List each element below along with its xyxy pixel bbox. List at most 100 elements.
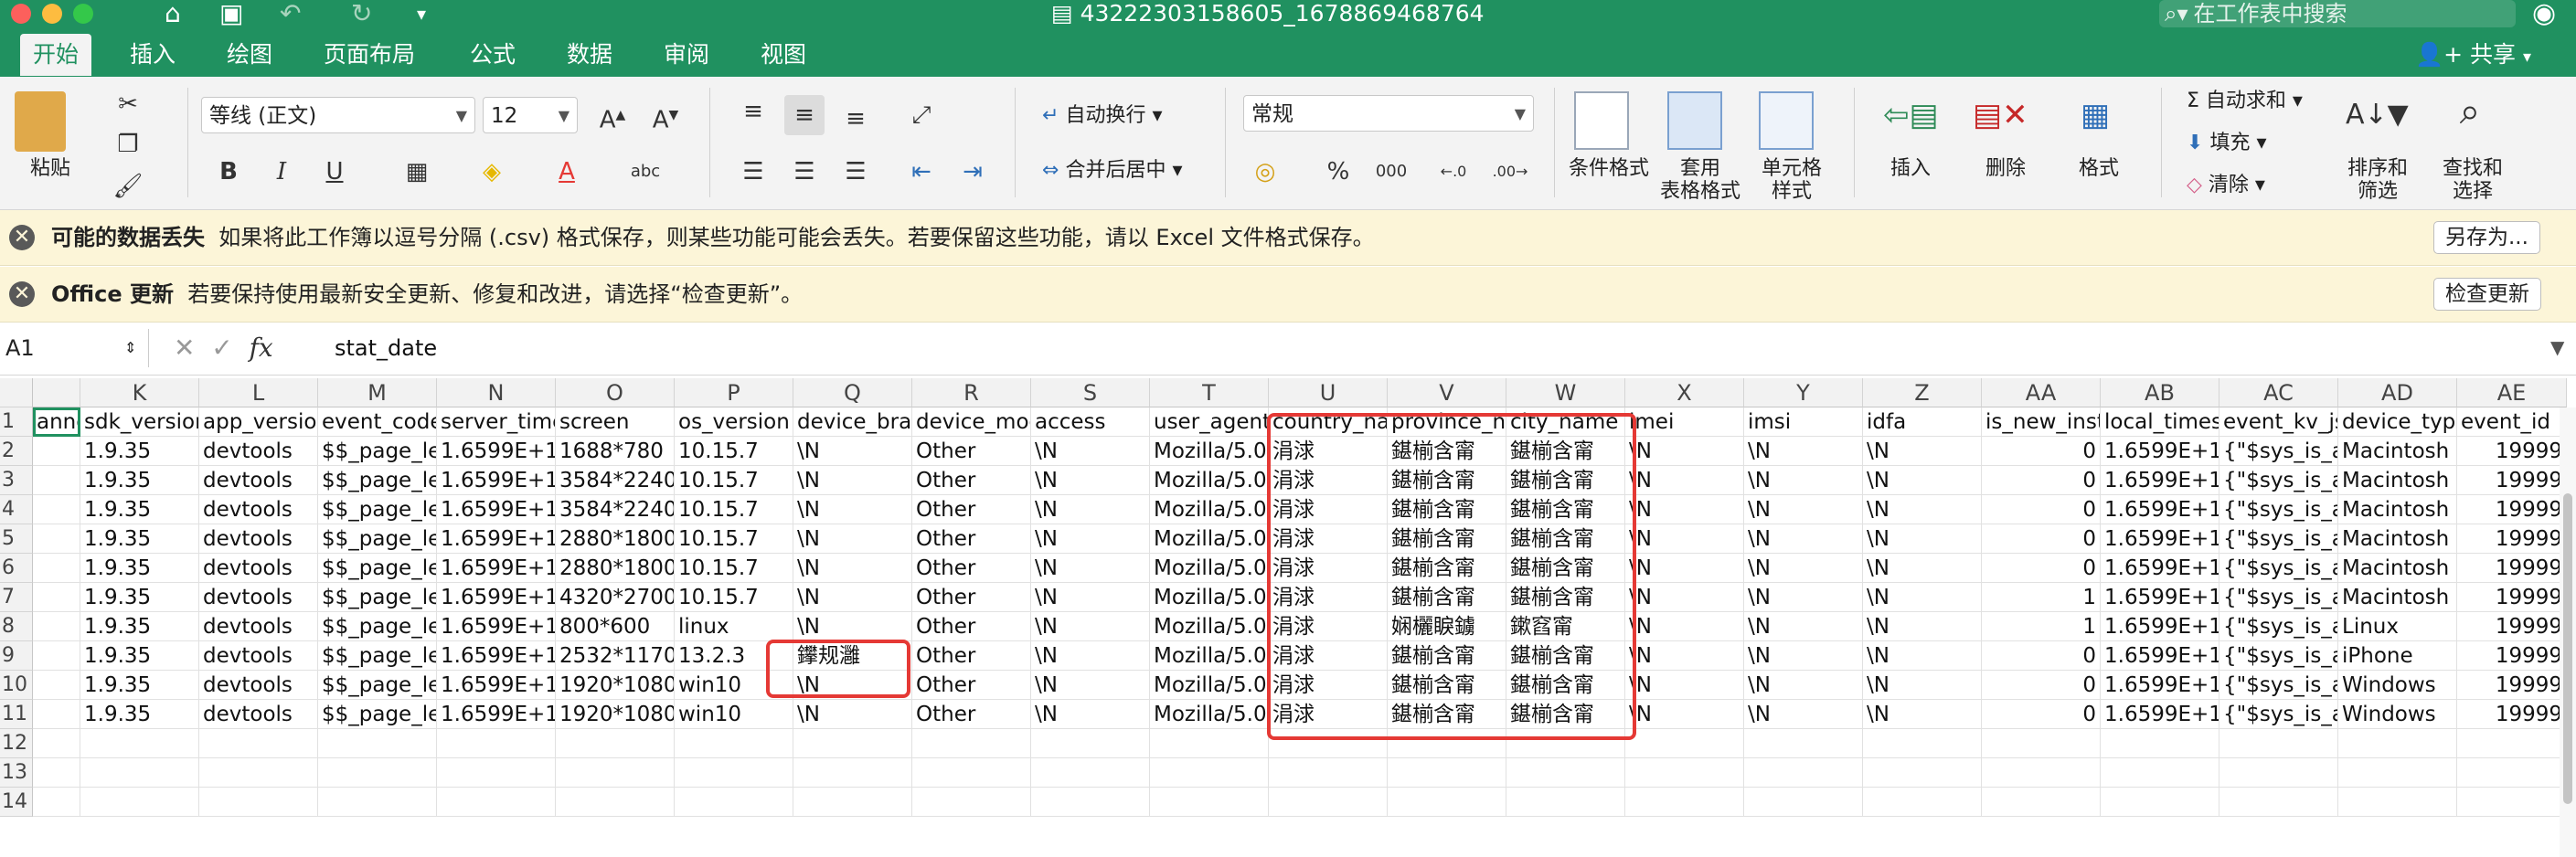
font-name-select[interactable]: 等线 (正文) ▼ bbox=[201, 97, 475, 133]
column-header[interactable]: P bbox=[675, 378, 793, 407]
insert-label[interactable]: 插入 bbox=[1874, 157, 1947, 180]
cell[interactable]: Mozilla/5.0 bbox=[1150, 583, 1269, 612]
cell[interactable]: Mozilla/5.0 bbox=[1150, 641, 1269, 671]
column-header[interactable]: U bbox=[1269, 378, 1388, 407]
cell[interactable] bbox=[675, 729, 793, 758]
cell[interactable]: 1.6599E+12 bbox=[2101, 700, 2219, 729]
home-icon[interactable]: ⌂ bbox=[165, 0, 181, 27]
cell[interactable] bbox=[2101, 788, 2219, 817]
cell[interactable] bbox=[1625, 758, 1744, 788]
cell[interactable]: 1.9.35 bbox=[80, 495, 199, 524]
cell[interactable]: {"$sys_is_au bbox=[2219, 583, 2338, 612]
cell[interactable] bbox=[2219, 758, 2338, 788]
cell[interactable]: \N bbox=[1625, 466, 1744, 495]
insert-cells-icon[interactable]: ⇦▤ bbox=[1883, 95, 1939, 135]
cell[interactable]: \N bbox=[1863, 583, 1982, 612]
cell[interactable]: Other bbox=[912, 495, 1031, 524]
cell[interactable] bbox=[318, 758, 437, 788]
cell[interactable] bbox=[1150, 729, 1269, 758]
cell[interactable]: 1.9.35 bbox=[80, 612, 199, 641]
cell[interactable]: 1688*780 bbox=[556, 437, 675, 466]
cell[interactable]: 1.6599E+12 bbox=[2101, 437, 2219, 466]
cell[interactable]: \N bbox=[1863, 641, 1982, 671]
column-header[interactable]: Y bbox=[1744, 378, 1863, 407]
cell[interactable] bbox=[33, 700, 80, 729]
cell[interactable]: \N bbox=[793, 466, 912, 495]
cell[interactable]: devtools bbox=[199, 554, 318, 583]
align-top-icon[interactable]: ≡ bbox=[733, 91, 773, 132]
cell[interactable]: 1 bbox=[1982, 583, 2101, 612]
cell[interactable]: 1.6599E+12 bbox=[2101, 495, 2219, 524]
align-middle-icon[interactable]: ≡ bbox=[784, 95, 825, 135]
cell[interactable]: event_id bbox=[2457, 407, 2567, 437]
cell[interactable]: 3584*2240 bbox=[556, 495, 675, 524]
cell[interactable]: \N bbox=[1031, 700, 1150, 729]
cell[interactable]: \N bbox=[1863, 524, 1982, 554]
conditional-format-icon[interactable] bbox=[1574, 91, 1629, 150]
save-as-button[interactable]: 另存为... bbox=[2433, 221, 2540, 254]
cell[interactable]: Linux bbox=[2338, 612, 2457, 641]
cell[interactable]: {"$sys_is_au bbox=[2219, 524, 2338, 554]
cell[interactable] bbox=[1506, 788, 1625, 817]
cell[interactable] bbox=[2338, 758, 2457, 788]
column-header[interactable]: Q bbox=[793, 378, 912, 407]
cell[interactable]: \N bbox=[1031, 495, 1150, 524]
cell[interactable]: \N bbox=[1744, 671, 1863, 700]
comma-style-button[interactable]: 000 bbox=[1371, 152, 1411, 192]
align-right-icon[interactable]: ☰ bbox=[836, 152, 876, 192]
delete-cells-icon[interactable]: ▤✕ bbox=[1973, 95, 2028, 135]
cell[interactable] bbox=[33, 671, 80, 700]
cell[interactable]: event_code bbox=[318, 407, 437, 437]
cell[interactable] bbox=[80, 729, 199, 758]
cell[interactable]: 0 bbox=[1982, 554, 2101, 583]
cell[interactable]: 2532*1170 bbox=[556, 641, 675, 671]
cell[interactable]: 1920*1080 bbox=[556, 700, 675, 729]
cell[interactable]: 10.15.7 bbox=[675, 583, 793, 612]
align-center-icon[interactable]: ☰ bbox=[784, 152, 825, 192]
cell[interactable]: 1.6599E+12 bbox=[2101, 524, 2219, 554]
cell[interactable] bbox=[1150, 788, 1269, 817]
cell[interactable]: \N bbox=[1744, 612, 1863, 641]
cell[interactable]: 1.9.35 bbox=[80, 583, 199, 612]
cell[interactable] bbox=[437, 758, 556, 788]
minimize-window-button[interactable] bbox=[42, 4, 62, 24]
cell[interactable]: {"$sys_is_au bbox=[2219, 641, 2338, 671]
cell[interactable]: \N bbox=[1863, 671, 1982, 700]
cell[interactable]: imsi bbox=[1744, 407, 1863, 437]
cell[interactable]: $$_page_lea bbox=[318, 437, 437, 466]
cell[interactable]: 1 bbox=[1982, 612, 2101, 641]
cell[interactable]: devtools bbox=[199, 495, 318, 524]
fill-button[interactable]: ⬇ 填充 ▾ bbox=[2187, 130, 2267, 157]
cell[interactable] bbox=[2219, 788, 2338, 817]
cell[interactable]: 10.15.7 bbox=[675, 495, 793, 524]
cell-styles-icon[interactable] bbox=[1759, 91, 1814, 150]
cell[interactable] bbox=[1625, 729, 1744, 758]
cell[interactable]: 10.15.7 bbox=[675, 554, 793, 583]
cell[interactable]: 1.9.35 bbox=[80, 671, 199, 700]
cell[interactable]: \N bbox=[1863, 700, 1982, 729]
cell[interactable]: {"$sys_is_au bbox=[2219, 700, 2338, 729]
cell[interactable] bbox=[2457, 788, 2567, 817]
cell[interactable] bbox=[556, 758, 675, 788]
cell[interactable]: 1.6599E+12 bbox=[437, 495, 556, 524]
cell[interactable]: 2880*1800 bbox=[556, 554, 675, 583]
column-header[interactable]: S bbox=[1031, 378, 1150, 407]
cell[interactable]: 1.6599E+12 bbox=[437, 671, 556, 700]
close-notification-icon[interactable]: ✕ bbox=[9, 281, 35, 307]
cell[interactable]: 1.9.35 bbox=[80, 437, 199, 466]
cell[interactable]: screen bbox=[556, 407, 675, 437]
cell[interactable]: 1.6599E+12 bbox=[437, 700, 556, 729]
cell[interactable]: 0 bbox=[1982, 495, 2101, 524]
cell[interactable]: Other bbox=[912, 437, 1031, 466]
sheet-search-input[interactable]: ⌕▾ 在工作表中搜索 bbox=[2159, 0, 2516, 27]
font-size-select[interactable]: 12 ▼ bbox=[483, 97, 578, 133]
cell[interactable]: idfa bbox=[1863, 407, 1982, 437]
cell[interactable] bbox=[1744, 758, 1863, 788]
row-header[interactable]: 11 bbox=[0, 700, 33, 729]
tab-draw[interactable]: 绘图 bbox=[214, 34, 285, 76]
zoom-window-button[interactable] bbox=[73, 4, 93, 24]
clear-button[interactable]: ◇ 清除 ▾ bbox=[2187, 172, 2265, 199]
cell[interactable]: devtools bbox=[199, 671, 318, 700]
cell[interactable]: $$_page_lea bbox=[318, 524, 437, 554]
cell[interactable]: linux bbox=[675, 612, 793, 641]
